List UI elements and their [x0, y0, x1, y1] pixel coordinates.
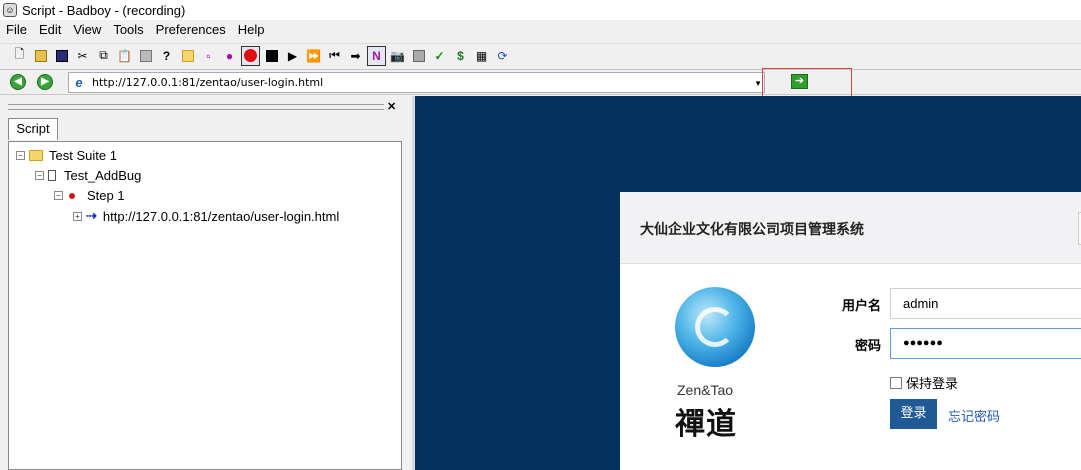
logo-chinese: 禪道	[675, 407, 737, 442]
url-text: http://127.0.0.1:81/zentao/user-login.ht…	[92, 76, 324, 89]
tree-node-test[interactable]: − Test_AddBug	[35, 168, 141, 183]
paste-icon[interactable]: 📋	[115, 46, 134, 66]
save-icon[interactable]	[52, 46, 71, 66]
expand-icon[interactable]: +	[73, 211, 82, 221]
navigation-mode-icon[interactable]: N	[367, 45, 386, 66]
toolbar: 🗋 ✂ ⧉ 📋 ? ▫ ● ▶ ⏩ ⏮ ➡ N 📷 ✓ $ ▦ ⟳	[0, 43, 1081, 67]
request-arrow-icon: ⇢	[86, 208, 97, 223]
record-icon[interactable]	[241, 45, 260, 66]
menu-edit[interactable]: Edit	[33, 20, 67, 40]
back-arrow-icon[interactable]: ◀	[10, 74, 26, 90]
ie-page-icon: e	[75, 74, 83, 90]
tab-script[interactable]: Script	[8, 118, 58, 140]
badboy-app-icon: ☺	[3, 3, 17, 17]
forgot-password-link[interactable]: 忘记密码	[948, 406, 1000, 425]
collapse-icon[interactable]: −	[54, 191, 63, 200]
menu-help[interactable]: Help	[232, 20, 271, 40]
collapse-icon[interactable]: −	[35, 171, 44, 180]
menu-file[interactable]: File	[0, 20, 33, 40]
screenshot-icon[interactable]: 📷	[388, 46, 407, 66]
username-field[interactable]: admin	[890, 288, 1081, 319]
help-icon[interactable]: ?	[157, 46, 176, 66]
address-bar: ◀ ▶ e http://127.0.0.1:81/zentao/user-lo…	[0, 68, 1081, 98]
password-label: 密码	[855, 339, 882, 354]
go-button-highlight: ➔	[762, 68, 852, 98]
logo-text: Zen&Tao	[677, 382, 734, 398]
go-arrow-icon[interactable]: ➔	[791, 74, 808, 89]
tree-label: Test_AddBug	[64, 168, 142, 183]
step-record-icon	[69, 192, 75, 199]
collapse-icon[interactable]: −	[16, 151, 25, 160]
navigation-mode-label: N	[372, 48, 381, 63]
spreadsheet-icon[interactable]: ▦	[472, 46, 491, 66]
play-all-icon[interactable]: ⏩	[304, 46, 323, 66]
script-pane: ✕ Script − Test Suite 1 − Test_AddBug − …	[0, 96, 412, 470]
remember-checkbox[interactable]	[890, 376, 902, 389]
browser-view: 大仙企业文化有限公司项目管理系统 Zen&Tao 禪道 用户名 admin 密码…	[415, 96, 1081, 470]
refresh-icon[interactable]: ⟳	[493, 46, 512, 66]
username-label: 用户名	[842, 299, 882, 314]
rewind-icon[interactable]: ⏮	[325, 46, 344, 66]
menu-bar: File Edit View Tools Preferences Help	[0, 20, 1081, 40]
title-bar: ☺ Script - Badboy - (recording)	[0, 0, 1081, 20]
play-icon[interactable]: ▶	[283, 46, 302, 66]
assertion-icon[interactable]: ✓	[430, 46, 449, 66]
copy-icon[interactable]: ⧉	[94, 46, 113, 66]
login-card-header: 大仙企业文化有限公司项目管理系统	[620, 192, 1081, 264]
add-test-icon[interactable]: ▫	[199, 46, 218, 66]
remember-label: 保持登录	[906, 377, 959, 392]
login-card: 大仙企业文化有限公司项目管理系统 Zen&Tao 禪道 用户名 admin 密码…	[620, 192, 1081, 470]
company-title: 大仙企业文化有限公司项目管理系统	[640, 222, 864, 238]
zentao-logo-icon	[675, 287, 755, 367]
report-icon[interactable]	[409, 46, 428, 66]
pane-grip[interactable]	[8, 104, 384, 110]
step-forward-icon[interactable]: ➡	[346, 46, 365, 66]
new-document-icon[interactable]: 🗋	[10, 46, 29, 66]
script-tree: − Test Suite 1 − Test_AddBug − Step 1 + …	[8, 141, 402, 470]
tree-node-request[interactable]: + ⇢ http://127.0.0.1:81/zentao/user-logi…	[73, 208, 339, 224]
add-step-icon[interactable]: ●	[220, 46, 239, 66]
menu-preferences[interactable]: Preferences	[150, 20, 232, 40]
folder-icon	[29, 150, 43, 161]
url-dropdown-icon[interactable]: ▼	[754, 79, 762, 88]
cut-icon[interactable]: ✂	[73, 46, 92, 66]
test-icon	[48, 170, 56, 181]
tree-node-step[interactable]: − Step 1	[54, 188, 125, 203]
tree-node-suite[interactable]: − Test Suite 1	[16, 148, 117, 163]
url-input[interactable]: e http://127.0.0.1:81/zentao/user-login.…	[68, 72, 765, 93]
stop-icon[interactable]	[262, 46, 281, 66]
login-button[interactable]: 登录	[890, 399, 937, 429]
print-icon[interactable]	[136, 46, 155, 66]
tree-label: Step 1	[87, 188, 125, 203]
variable-icon[interactable]: $	[451, 46, 470, 66]
add-suite-icon[interactable]	[178, 46, 197, 66]
password-field[interactable]: ●●●●●●	[890, 328, 1081, 359]
forward-arrow-icon[interactable]: ▶	[37, 74, 53, 90]
tree-label: Test Suite 1	[49, 148, 117, 163]
tree-label: http://127.0.0.1:81/zentao/user-login.ht…	[102, 208, 340, 224]
close-icon[interactable]: ✕	[387, 100, 396, 113]
logo-swirl	[695, 307, 735, 347]
remember-login[interactable]: 保持登录	[890, 373, 958, 392]
open-folder-icon[interactable]	[31, 46, 50, 66]
menu-view[interactable]: View	[67, 20, 107, 40]
window-title: Script - Badboy - (recording)	[22, 2, 186, 18]
menu-tools[interactable]: Tools	[107, 20, 149, 40]
